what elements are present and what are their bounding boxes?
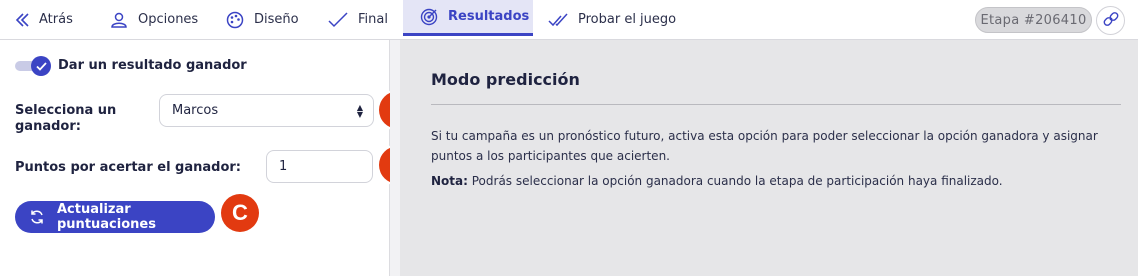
description-text: Si tu campaña es un pronóstico futuro, a…: [431, 129, 1098, 163]
nav-options[interactable]: Opciones: [110, 0, 198, 39]
points-input-value: 1: [279, 159, 288, 174]
user-icon: [110, 11, 128, 29]
double-check-icon: [548, 12, 568, 28]
marker-c: C: [221, 194, 259, 232]
nav-final[interactable]: Final: [328, 0, 388, 39]
note-text: Nota: Podrás seleccionar la opción ganad…: [431, 171, 1003, 191]
note-label: Nota:: [431, 174, 468, 188]
panel-gutter: [390, 40, 400, 276]
nav-options-label: Opciones: [138, 12, 199, 27]
settings-panel: Dar un resultado ganador Selecciona un g…: [0, 40, 390, 276]
check-icon: [31, 56, 51, 76]
winner-select-label: Selecciona un ganador:: [15, 103, 117, 134]
winner-toggle[interactable]: [15, 56, 51, 76]
nav-back-label: Atrás: [39, 12, 73, 27]
top-nav-bar: Atrás Opciones Diseño Final Resultados P…: [0, 0, 1138, 40]
nav-results[interactable]: Resultados: [403, 0, 533, 36]
nav-design-label: Diseño: [254, 12, 299, 27]
nav-test-game-label: Probar el juego: [578, 12, 677, 27]
stage-badge: Etapa #206410: [975, 7, 1092, 33]
divider: [431, 104, 1121, 105]
nav-design[interactable]: Diseño: [226, 0, 299, 39]
select-arrows-icon: ▲ ▼: [356, 103, 363, 119]
refresh-icon: [29, 209, 45, 225]
copy-link-button[interactable]: [1096, 6, 1125, 35]
nav-test-game[interactable]: Probar el juego: [548, 0, 676, 39]
check-icon: [328, 11, 348, 28]
update-scores-button[interactable]: Actualizar puntuaciones: [15, 201, 215, 233]
chevron-left-icon: [15, 12, 29, 28]
nav-results-label: Resultados: [448, 9, 530, 24]
note-body: Podrás seleccionar la opción ganadora cu…: [471, 174, 1003, 188]
target-icon: [420, 8, 438, 26]
panel-title: Modo predicción: [431, 70, 580, 89]
points-label: Puntos por acertar el ganador:: [15, 160, 242, 175]
update-scores-label: Actualizar puntuaciones: [57, 202, 156, 232]
palette-icon: [226, 11, 244, 29]
info-panel: Modo predicción Si tu campaña es un pron…: [400, 40, 1138, 276]
winner-select[interactable]: Marcos ▲ ▼: [159, 94, 374, 127]
nav-final-label: Final: [358, 12, 388, 27]
link-icon: [1103, 11, 1119, 31]
winner-select-value: Marcos: [172, 103, 219, 118]
winner-toggle-label: Dar un resultado ganador: [58, 58, 247, 73]
points-input[interactable]: 1: [266, 150, 373, 183]
nav-back[interactable]: Atrás: [15, 0, 73, 39]
